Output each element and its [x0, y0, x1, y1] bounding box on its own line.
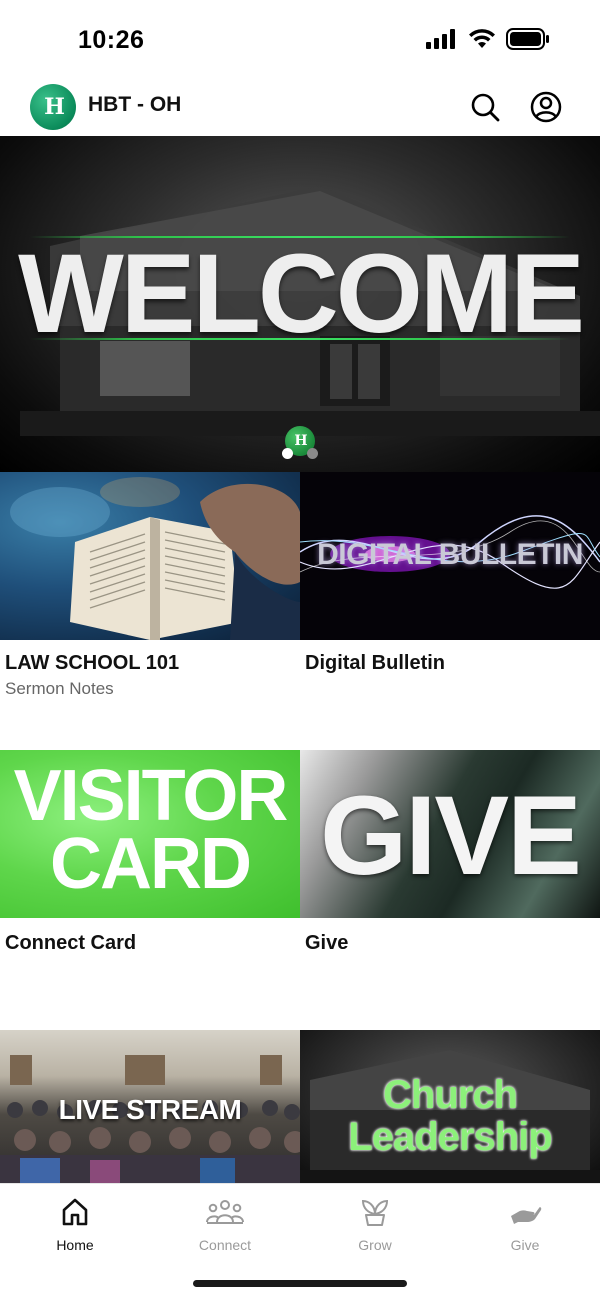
- hero-title: WELCOME: [18, 231, 585, 356]
- tile-connect-card[interactable]: VISITOR CARD Connect Card: [0, 750, 300, 1030]
- profile-button[interactable]: [529, 90, 563, 124]
- tile-give-image: GIVE: [300, 750, 600, 918]
- carousel-dot-1[interactable]: [282, 448, 293, 459]
- search-icon: [471, 93, 500, 122]
- search-button[interactable]: [468, 90, 502, 124]
- tab-label: Grow: [358, 1237, 392, 1253]
- hero-line-bottom: [30, 338, 570, 340]
- tile-leadership-image: Church Leadership: [300, 1030, 600, 1183]
- leadership-text-line2: Leadership: [348, 1115, 552, 1159]
- tile-bible-image: [0, 472, 300, 640]
- visitor-text-line1: VISITOR: [13, 756, 289, 836]
- home-indicator[interactable]: [193, 1280, 407, 1287]
- tab-label: Home: [56, 1237, 94, 1253]
- home-icon: [62, 1198, 88, 1226]
- tile-bulletin-image: DIGITAL BULLETIN: [300, 472, 600, 640]
- hand-icon: [511, 1207, 542, 1224]
- people-icon: [206, 1200, 244, 1224]
- sprout-icon: [361, 1199, 389, 1226]
- tile-title: Connect Card: [5, 932, 137, 954]
- live-image-text: LIVE STREAM: [58, 1094, 242, 1125]
- app-logo[interactable]: H: [30, 84, 76, 130]
- tab-label: Give: [510, 1237, 540, 1253]
- tile-subtitle: Sermon Notes: [5, 679, 114, 698]
- tab-give[interactable]: Give: [450, 1196, 600, 1256]
- give-image-text: GIVE: [320, 773, 582, 898]
- tile-live-stream[interactable]: LIVE STREAM: [0, 1030, 300, 1183]
- tab-home[interactable]: Home: [0, 1196, 150, 1256]
- bulletin-image-text: DIGITAL BULLETIN: [317, 538, 583, 571]
- tile-title: Digital Bulletin: [305, 652, 445, 674]
- status-time: 10:26: [78, 26, 145, 54]
- visitor-text-line2: CARD: [50, 824, 252, 904]
- tile-live-image: LIVE STREAM: [0, 1030, 300, 1183]
- tile-sermon-notes[interactable]: LAW SCHOOL 101 Sermon Notes: [0, 472, 300, 750]
- carousel-dot-2[interactable]: [307, 448, 318, 459]
- hero-mini-logo-text: H: [294, 433, 307, 449]
- bible-illustration: [10, 477, 300, 640]
- tile-digital-bulletin[interactable]: DIGITAL BULLETIN Digital Bulletin: [300, 472, 600, 750]
- tile-title: LAW SCHOOL 101: [5, 652, 180, 674]
- tab-label: Connect: [198, 1237, 252, 1253]
- wifi-icon: [469, 29, 495, 48]
- status-bar: 10:26: [0, 0, 600, 78]
- app-title: HBT - OH: [88, 93, 182, 116]
- battery-icon: [506, 28, 549, 50]
- app-logo-text: H: [44, 94, 65, 120]
- app-header: H HBT - OH: [0, 78, 600, 136]
- hero-banner[interactable]: WELCOME H: [0, 136, 600, 472]
- carousel-dots: [282, 448, 318, 459]
- cellular-signal-icon: [426, 29, 455, 49]
- status-icons: [426, 28, 550, 50]
- tile-title: Give: [305, 932, 349, 954]
- tile-give[interactable]: GIVE Give: [300, 750, 600, 1030]
- tab-grow[interactable]: Grow: [300, 1196, 450, 1256]
- profile-icon: [530, 91, 562, 123]
- leadership-text-line1: Church: [383, 1073, 518, 1117]
- tile-visitor-image: VISITOR CARD: [0, 750, 300, 918]
- tile-church-leadership[interactable]: Church Leadership: [300, 1030, 600, 1183]
- tab-connect[interactable]: Connect: [150, 1196, 300, 1256]
